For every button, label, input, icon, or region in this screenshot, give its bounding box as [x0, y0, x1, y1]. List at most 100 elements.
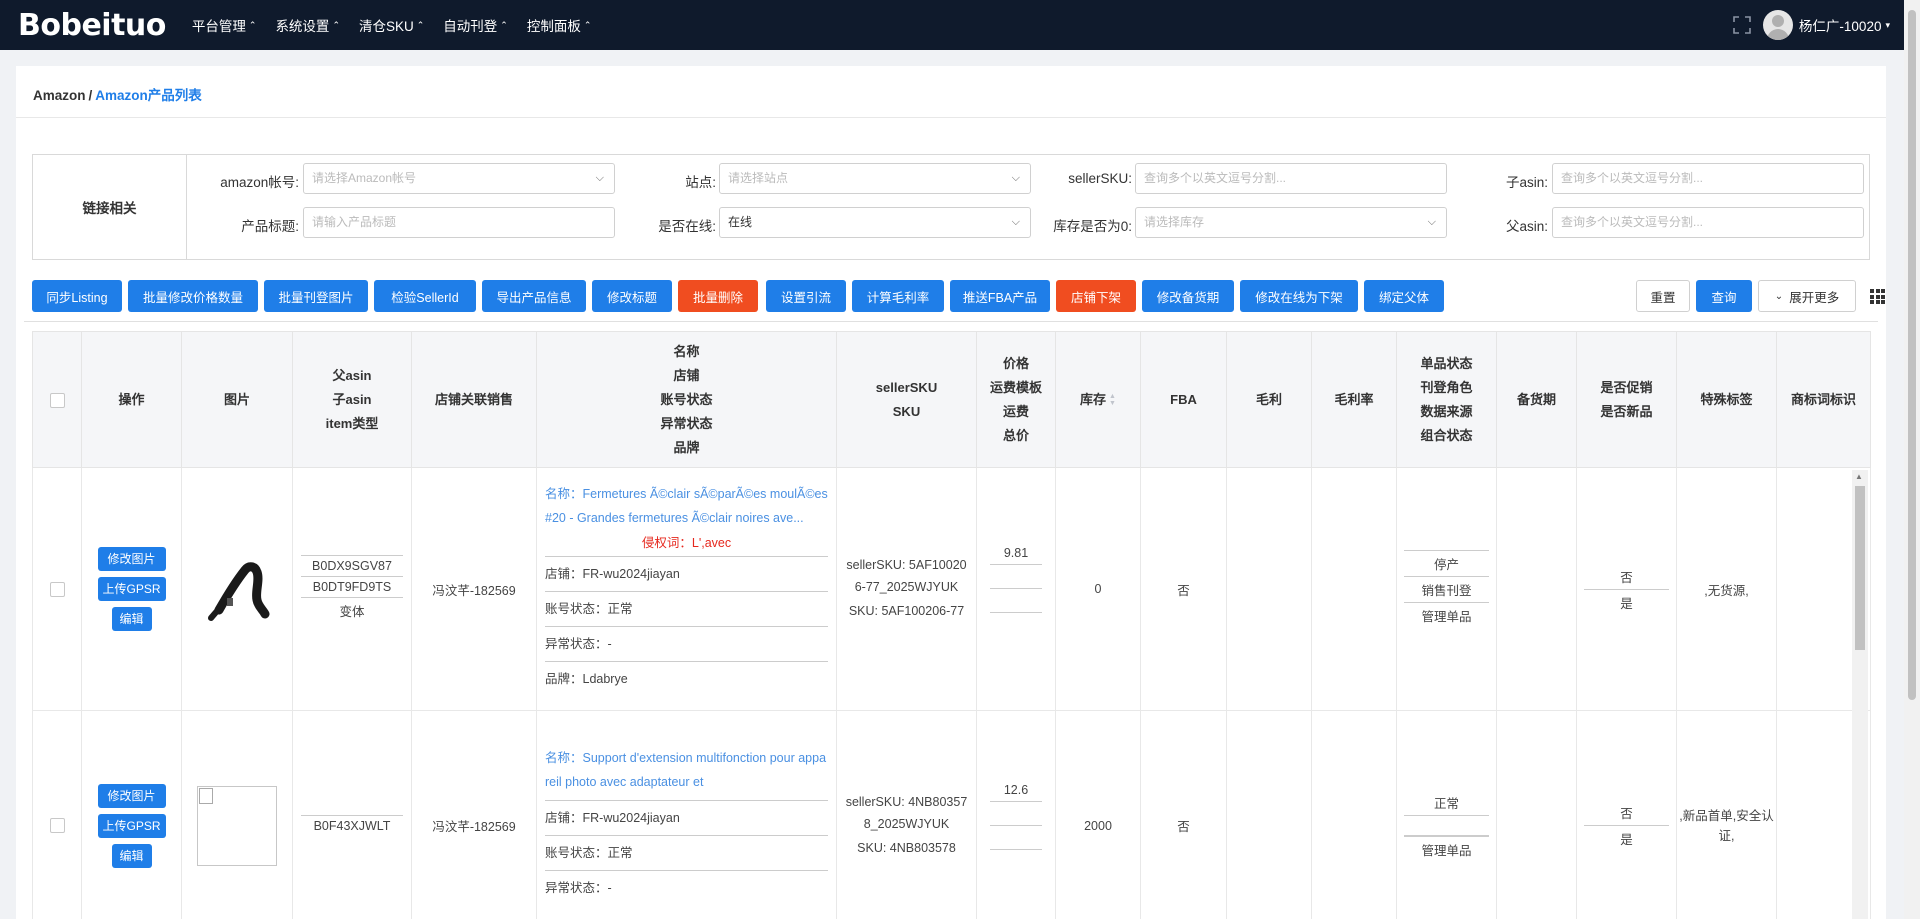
grid-view-icon[interactable]: [1870, 289, 1885, 304]
row-checkbox[interactable]: [49, 818, 65, 834]
profit: [1226, 710, 1312, 919]
child-asin-input[interactable]: 查询多个以英文逗号分割...: [1552, 163, 1864, 194]
push-fba-button[interactable]: 推送FBA产品: [950, 280, 1050, 312]
sort-icon[interactable]: ▲ ▼: [1109, 393, 1116, 407]
nav-clearance-sku[interactable]: 清仓SKU ⌃: [359, 15, 424, 35]
select-all-checkbox[interactable]: [49, 392, 65, 408]
profit: [1226, 467, 1312, 711]
online-select[interactable]: 在线 ⌵: [719, 207, 1031, 238]
edit-button[interactable]: 编辑: [111, 843, 152, 868]
product-title-input[interactable]: 请输入产品标题: [303, 207, 615, 238]
bind-parent-button[interactable]: 绑定父体: [1364, 280, 1444, 312]
product-table: 操作 图片 父asin 子asin item类型 店铺关联销售 名称 店铺 账号状态 异常…: [32, 331, 1871, 919]
verify-sellerid-button[interactable]: 检验SellerId: [374, 280, 476, 312]
edit-image-button[interactable]: 修改图片: [97, 783, 166, 808]
chevron-down-icon: ⌵: [595, 172, 604, 184]
set-traffic-button[interactable]: 设置引流: [766, 280, 846, 312]
chevron-up-icon: ⌃: [332, 19, 340, 30]
chevron-down-icon: ⌵: [1427, 216, 1436, 228]
store-sales: 冯汶芊-182569: [411, 710, 537, 919]
col-asin: 父asin 子asin item类型: [292, 331, 412, 468]
product-title-label: 产品标题:: [241, 219, 299, 234]
action-toolbar: 同步Listing 批量修改价格数量 批量刊登图片 检验SellerId 导出产…: [32, 280, 1885, 316]
item-status: 停产: [1403, 550, 1490, 577]
reset-button[interactable]: 重置: [1636, 280, 1690, 312]
nav-auto-listing[interactable]: 自动刊登 ⌃: [443, 15, 508, 35]
col-lead-time: 备货期: [1496, 331, 1577, 468]
nav-dashboard[interactable]: 控制面板 ⌃: [527, 15, 592, 35]
parent-asin-input[interactable]: 查询多个以英文逗号分割...: [1552, 207, 1864, 238]
online-to-offline-button[interactable]: 修改在线为下架: [1240, 280, 1358, 312]
avatar[interactable]: [1762, 10, 1793, 40]
broken-image-icon[interactable]: [197, 785, 277, 866]
scroll-up-icon[interactable]: ▲: [1855, 472, 1863, 481]
brand: 品牌：Ldabrye: [545, 661, 828, 696]
expand-more-button[interactable]: ⌄ 展开更多: [1758, 280, 1856, 312]
stock-zero-select[interactable]: 请选择库存 ⌵: [1135, 207, 1447, 238]
logo[interactable]: Bobeituo: [18, 8, 166, 43]
col-promo: 是否促销 是否新品: [1576, 331, 1677, 468]
stock-zero-label: 库存是否为0:: [1053, 219, 1132, 234]
item-status: 正常: [1403, 790, 1490, 816]
col-name: 名称 店铺 账号状态 异常状态 品牌: [536, 331, 837, 468]
edit-image-button[interactable]: 修改图片: [97, 547, 166, 571]
user-area: 杨仁广-10020 ▾: [1733, 0, 1890, 50]
seller-sku-input[interactable]: 查询多个以英文逗号分割...: [1135, 163, 1447, 194]
sync-listing-button[interactable]: 同步Listing: [32, 280, 122, 312]
price: 12.6: [990, 778, 1042, 802]
nav-platform[interactable]: 平台管理 ⌃: [192, 15, 257, 35]
abnormal-status: 异常状态：-: [545, 870, 828, 905]
is-new: 是: [1620, 833, 1633, 847]
username[interactable]: 杨仁广-10020: [1799, 15, 1882, 35]
page-scrollbar[interactable]: [1904, 0, 1920, 919]
batch-edit-price-button[interactable]: 批量修改价格数量: [128, 280, 258, 312]
special-tags: ,新品首单,安全认证,: [1676, 710, 1777, 919]
filter-section-title: 链接相关: [33, 155, 187, 259]
upload-gpsr-button[interactable]: 上传GPSR: [97, 813, 166, 838]
col-profit-rate: 毛利率: [1311, 331, 1397, 468]
account-status: 账号状态：正常: [545, 835, 828, 870]
child-asin[interactable]: B0F43XJWLT: [301, 815, 403, 836]
product-name-link[interactable]: 名称：Support d'extension multifonction pou…: [545, 746, 828, 794]
breadcrumb-root[interactable]: Amazon: [33, 88, 86, 103]
listing-role: [1403, 816, 1490, 836]
edit-title-button[interactable]: 修改标题: [592, 280, 672, 312]
child-asin[interactable]: B0DT9FD9TS: [301, 577, 403, 598]
col-status: 单品状态 刊登角色 数据来源 组合状态: [1396, 331, 1497, 468]
amazon-account-select[interactable]: 请选择Amazon帐号 ⌵: [303, 163, 615, 194]
fullscreen-icon[interactable]: [1733, 16, 1751, 34]
parent-asin[interactable]: B0DX9SGV87: [301, 555, 403, 577]
export-product-button[interactable]: 导出产品信息: [482, 280, 586, 312]
nav-system[interactable]: 系统设置 ⌃: [275, 15, 340, 35]
col-sku: sellerSKU SKU: [836, 331, 977, 468]
amazon-account-label: amazon帐号:: [220, 175, 299, 190]
product-name-link[interactable]: 名称：Fermetures Ã©clair sÃ©parÃ©es moulÃ©e…: [545, 482, 828, 530]
price: 9.81: [990, 541, 1042, 565]
site-label: 站点:: [685, 175, 716, 190]
divider: [24, 321, 1878, 322]
edit-button[interactable]: 编辑: [111, 607, 152, 631]
batch-delete-button[interactable]: 批量删除: [678, 280, 758, 312]
total-price: [990, 850, 1041, 874]
col-stock[interactable]: 库存 ▲ ▼: [1055, 331, 1141, 468]
edit-lead-time-button[interactable]: 修改备货期: [1142, 280, 1234, 312]
chevron-down-icon: ⌵: [1011, 216, 1020, 228]
filter-panel: 链接相关 amazon帐号: 请选择Amazon帐号 ⌵ 站点: 请选择站点 ⌵ s…: [32, 154, 1870, 260]
lead-time: [1496, 710, 1577, 919]
product-image[interactable]: [197, 548, 277, 628]
store-delist-button[interactable]: 店铺下架: [1056, 280, 1136, 312]
sku: SKU: 5AF100206-77: [848, 604, 965, 618]
batch-publish-images-button[interactable]: 批量刊登图片: [264, 280, 368, 312]
row-checkbox[interactable]: [49, 581, 65, 597]
calc-margin-button[interactable]: 计算毛利率: [852, 280, 944, 312]
table-scrollbar[interactable]: ▲: [1852, 470, 1868, 919]
shipping-fee: [990, 826, 1042, 850]
chevron-down-icon[interactable]: ▾: [1885, 20, 1890, 31]
special-tags: ,无货源,: [1676, 467, 1777, 711]
is-promo: 否: [1583, 800, 1670, 826]
item-type: 变体: [339, 605, 365, 619]
query-button[interactable]: 查询: [1696, 280, 1752, 312]
site-select[interactable]: 请选择站点 ⌵: [719, 163, 1031, 194]
sku: SKU: 4NB803578: [857, 840, 956, 855]
upload-gpsr-button[interactable]: 上传GPSR: [97, 577, 166, 601]
